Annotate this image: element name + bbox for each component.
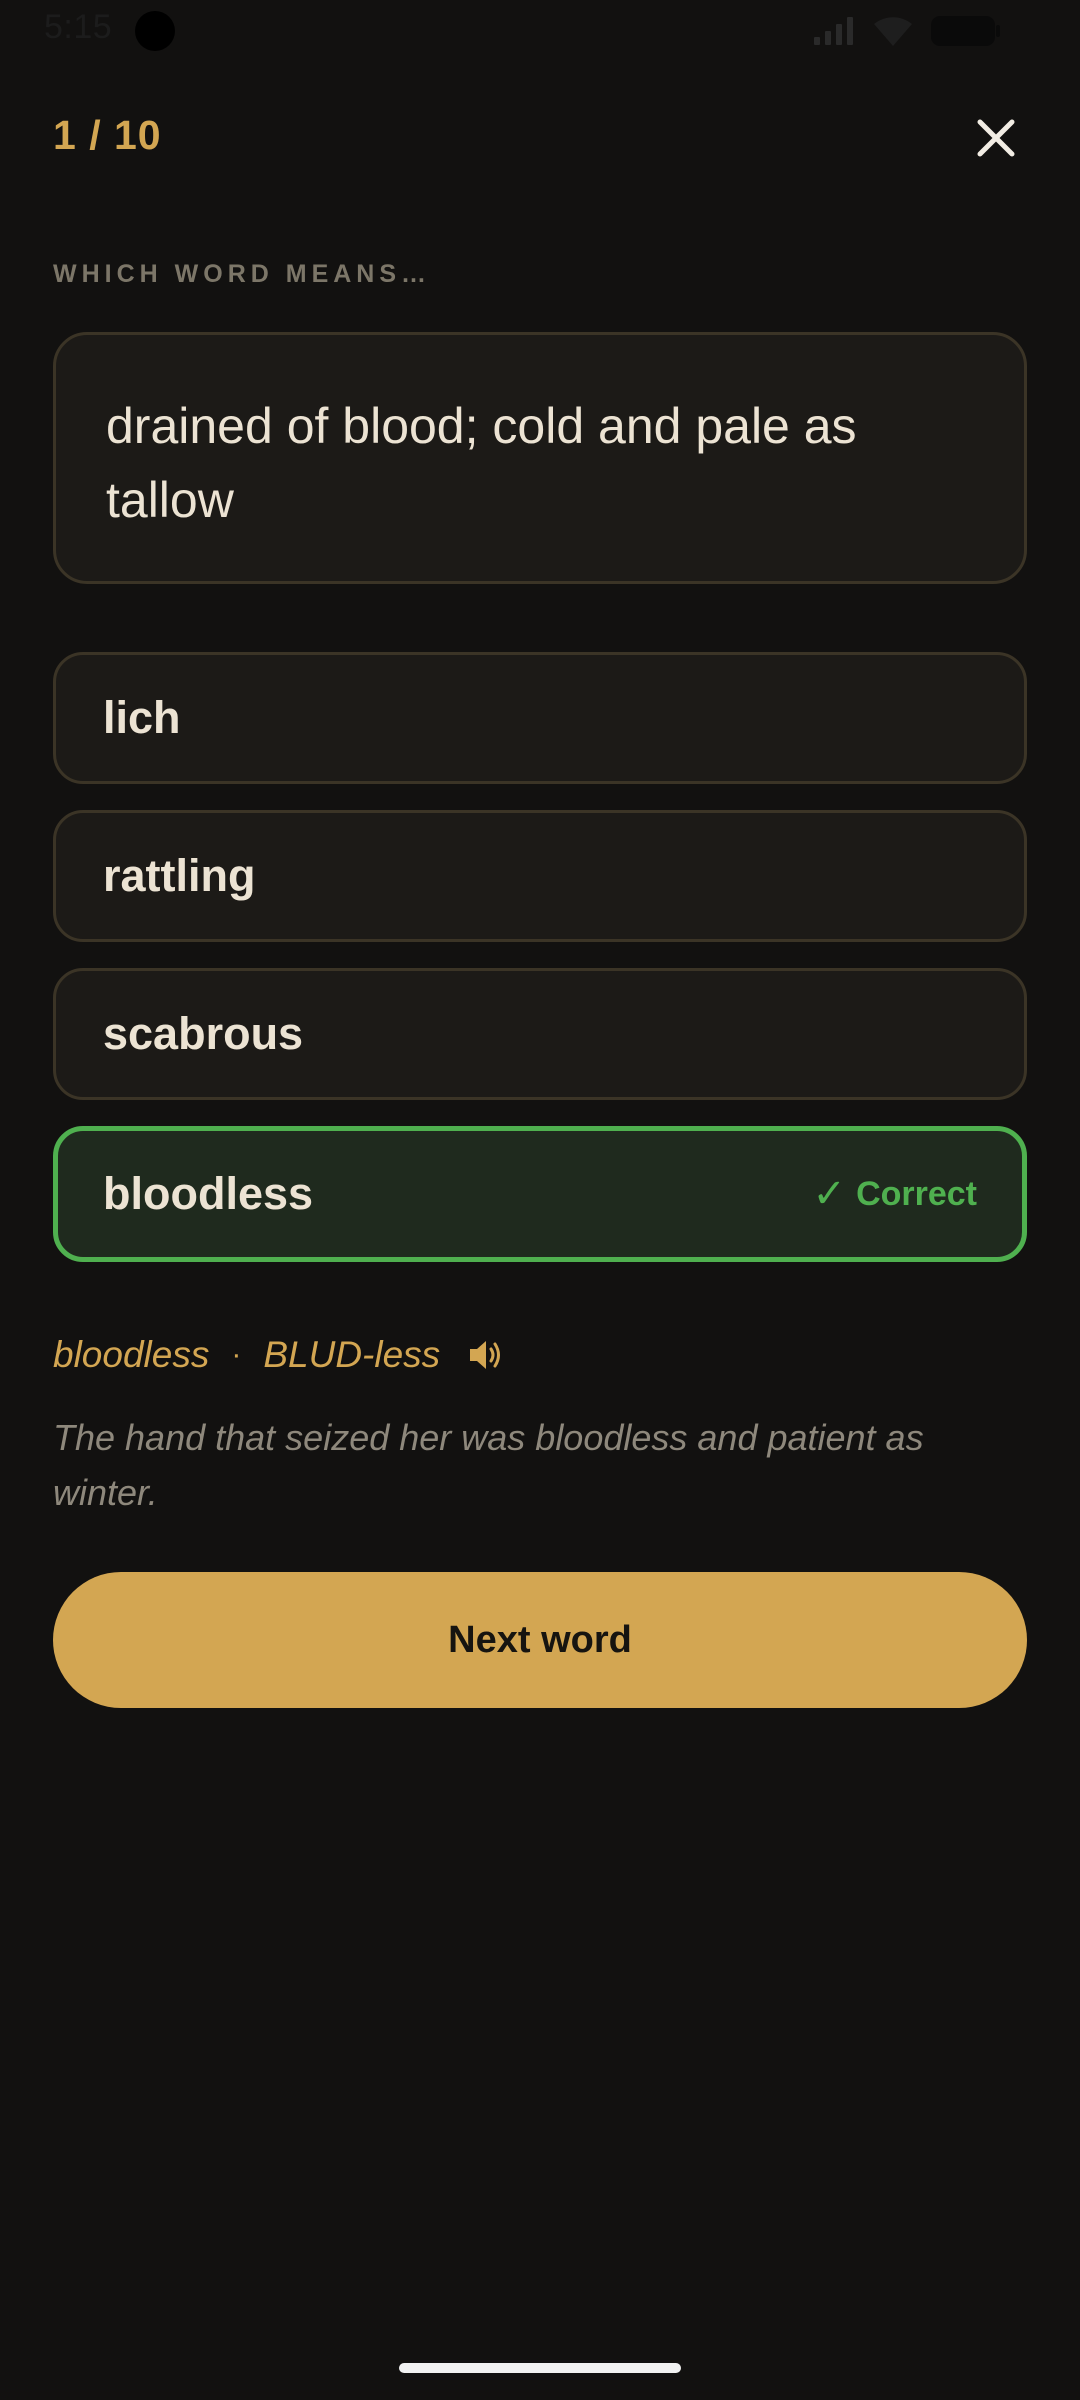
next-word-button[interactable]: Next word — [53, 1572, 1027, 1708]
definition-card: drained of blood; cold and pale as tallo… — [53, 332, 1027, 584]
example-sentence: The hand that seized her was bloodless a… — [53, 1417, 924, 1513]
question-label: WHICH WORD MEANS… — [53, 260, 432, 288]
camera-cutout — [135, 11, 175, 51]
close-icon — [966, 119, 1026, 172]
status-icons — [812, 12, 1002, 50]
correct-badge: ✓ Correct — [813, 1171, 977, 1217]
answer-option-label: scabrous — [103, 1008, 304, 1059]
definition-text: drained of blood; cold and pale as tallo… — [106, 398, 857, 528]
battery-icon — [930, 14, 1002, 48]
answer-option-label: bloodless — [103, 1168, 314, 1219]
home-indicator[interactable] — [399, 2363, 681, 2373]
answer-option[interactable]: rattling — [53, 810, 1027, 942]
pronunciation-row: bloodless · BLUD-less — [53, 1330, 506, 1380]
speaker-icon[interactable] — [466, 1335, 506, 1375]
status-bar: 5:15 — [0, 0, 1080, 60]
pronunciation-word: bloodless — [53, 1334, 210, 1375]
answer-option[interactable]: lich — [53, 652, 1027, 784]
close-button[interactable] — [966, 108, 1026, 168]
answer-option-label: rattling — [103, 850, 256, 901]
signal-icon — [812, 15, 856, 47]
answer-option[interactable]: scabrous — [53, 968, 1027, 1100]
answer-option-correct[interactable]: bloodless ✓ Correct — [53, 1126, 1027, 1262]
status-time: 5:15 — [44, 8, 113, 46]
correct-text: Correct — [856, 1174, 977, 1213]
pronunciation-phonetic: BLUD-less — [263, 1334, 441, 1375]
answer-option-label: lich — [103, 692, 181, 743]
check-icon: ✓ — [812, 1172, 847, 1216]
wifi-icon — [870, 14, 916, 48]
progress-counter: 1 / 10 — [53, 112, 162, 158]
pronunciation-separator: · — [231, 1338, 242, 1371]
